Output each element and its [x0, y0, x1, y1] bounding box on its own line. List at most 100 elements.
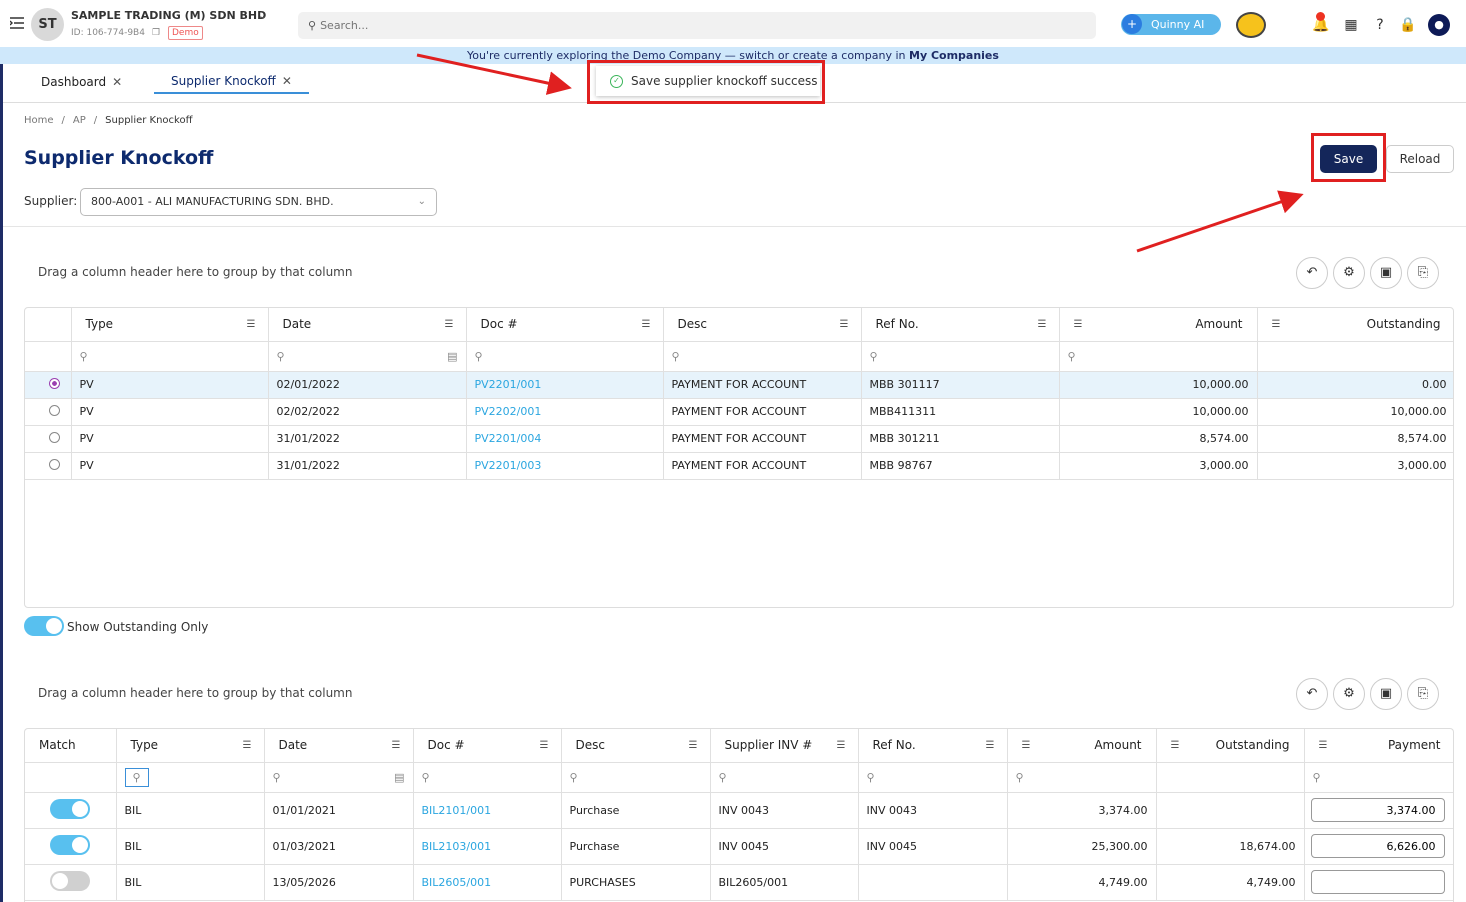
filter-cell[interactable]: ⚲ ▤: [264, 762, 414, 793]
filter-icon[interactable]: ☰: [247, 319, 256, 330]
tab-supplier-knockoff[interactable]: Supplier Knockoff ✕: [154, 70, 309, 94]
column-header-outstanding[interactable]: Outstanding ☰: [1156, 729, 1305, 763]
column-header-supplier-inv[interactable]: Supplier INV # ☰: [710, 729, 859, 763]
undo-icon[interactable]: ↶: [1296, 257, 1328, 289]
store-icon[interactable]: ▦: [1342, 16, 1360, 34]
filter-icon[interactable]: ☰: [1171, 740, 1180, 751]
column-header-desc[interactable]: Desc ☰: [561, 729, 711, 763]
column-header-doc[interactable]: Doc # ☰: [466, 308, 664, 342]
menu-icon[interactable]: [10, 17, 24, 29]
my-companies-link[interactable]: My Companies: [909, 49, 999, 62]
close-icon[interactable]: ✕: [112, 75, 122, 89]
user-icon[interactable]: ●: [1428, 14, 1450, 36]
help-icon[interactable]: ?: [1371, 16, 1389, 34]
row-radio[interactable]: [49, 404, 60, 416]
table-row[interactable]: PV 31/01/2022 PV2201/003 PAYMENT FOR ACCOUN…: [25, 452, 1453, 480]
filter-icon[interactable]: ☰: [1319, 740, 1328, 751]
filter-cell[interactable]: ⚲: [1007, 762, 1157, 793]
payment-input[interactable]: [1310, 798, 1445, 822]
breadcrumb-section[interactable]: AP: [73, 115, 86, 126]
filter-cell[interactable]: [1257, 341, 1453, 372]
breadcrumb-home[interactable]: Home: [24, 115, 54, 126]
export-icon[interactable]: ⎘: [1407, 678, 1439, 710]
column-header-ref[interactable]: Ref No. ☰: [861, 308, 1060, 342]
column-header-type[interactable]: Type ☰: [116, 729, 265, 763]
doc-link[interactable]: PV2201/004: [466, 425, 664, 453]
payment-input[interactable]: [1310, 834, 1445, 858]
filter-icon[interactable]: ☰: [1074, 319, 1083, 330]
filter-cell[interactable]: ⚲: [1059, 341, 1258, 372]
table-row[interactable]: PV 02/01/2022 PV2201/001 PAYMENT FOR ACCOUN…: [25, 371, 1453, 399]
row-radio[interactable]: [49, 377, 60, 389]
doc-link[interactable]: BIL2605/001: [413, 864, 562, 901]
filter-icon[interactable]: ☰: [642, 319, 651, 330]
filter-cell[interactable]: ⚲: [71, 341, 269, 372]
column-chooser-icon[interactable]: ▣: [1370, 257, 1402, 289]
tab-dashboard[interactable]: Dashboard ✕: [41, 70, 122, 94]
column-header-outstanding[interactable]: Outstanding ☰: [1257, 308, 1453, 342]
doc-link[interactable]: PV2201/001: [466, 371, 664, 399]
filter-icon[interactable]: ☰: [689, 740, 698, 751]
filter-cell[interactable]: ⚲: [861, 341, 1060, 372]
row-radio[interactable]: [49, 458, 60, 470]
table-row[interactable]: BIL 01/01/2021 BIL2101/001 Purchase INV 0043…: [25, 792, 1453, 829]
filter-icon[interactable]: ☰: [1038, 319, 1047, 330]
search-input[interactable]: [320, 19, 1021, 32]
column-header-date[interactable]: Date ☰: [264, 729, 414, 763]
filter-icon[interactable]: ☰: [540, 740, 549, 751]
reload-button[interactable]: Reload: [1386, 145, 1454, 173]
filter-icon[interactable]: ☰: [1022, 740, 1031, 751]
column-header-desc[interactable]: Desc ☰: [663, 308, 862, 342]
column-header-amount[interactable]: Amount ☰: [1007, 729, 1157, 763]
doc-link[interactable]: BIL2101/001: [413, 792, 562, 829]
column-header-ref[interactable]: Ref No. ☰: [858, 729, 1008, 763]
filter-icon[interactable]: ☰: [445, 319, 454, 330]
filter-cell[interactable]: ⚲: [1304, 762, 1453, 793]
match-toggle[interactable]: [50, 870, 91, 891]
column-header-date[interactable]: Date ☰: [268, 308, 467, 342]
gear-icon[interactable]: ⚙: [1333, 678, 1365, 710]
copy-icon[interactable]: ❐: [152, 28, 160, 38]
filter-cell[interactable]: ⚲: [858, 762, 1008, 793]
calendar-icon[interactable]: ▤: [447, 350, 457, 363]
match-toggle[interactable]: [50, 798, 91, 819]
gear-icon[interactable]: ⚙: [1333, 257, 1365, 289]
filter-cell[interactable]: ⚲: [413, 762, 562, 793]
export-icon[interactable]: ⎘: [1407, 257, 1439, 289]
chevron-down-icon[interactable]: ⌄: [258, 9, 267, 22]
filter-cell[interactable]: [1156, 762, 1305, 793]
match-toggle[interactable]: [50, 834, 91, 855]
table-row[interactable]: PV 31/01/2022 PV2201/004 PAYMENT FOR ACCOUN…: [25, 425, 1453, 453]
payment-input[interactable]: [1310, 870, 1445, 894]
filter-icon[interactable]: ☰: [837, 740, 846, 751]
column-header-match[interactable]: Match: [25, 729, 117, 763]
calendar-icon[interactable]: ▤: [394, 771, 404, 784]
search-bar[interactable]: ⚲: [298, 12, 1096, 39]
doc-link[interactable]: PV2202/001: [466, 398, 664, 426]
column-header-payment[interactable]: Payment ☰: [1304, 729, 1453, 763]
column-header-doc[interactable]: Doc # ☰: [413, 729, 562, 763]
filter-icon[interactable]: ☰: [986, 740, 995, 751]
company-name[interactable]: SAMPLE TRADING (M) SDN BHD: [71, 9, 266, 22]
filter-cell[interactable]: ⚲ ▤: [268, 341, 467, 372]
row-radio[interactable]: [49, 431, 60, 443]
filter-cell[interactable]: ⚲: [710, 762, 859, 793]
undo-icon[interactable]: ↶: [1296, 678, 1328, 710]
close-icon[interactable]: ✕: [282, 74, 292, 88]
column-header-amount[interactable]: Amount ☰: [1059, 308, 1258, 342]
lock-icon[interactable]: 🔒: [1399, 16, 1417, 34]
filter-cell[interactable]: ⚲: [561, 762, 711, 793]
filter-cell[interactable]: ⚲: [116, 762, 265, 793]
filter-icon[interactable]: ☰: [840, 319, 849, 330]
show-outstanding-toggle[interactable]: [24, 616, 64, 636]
company-avatar[interactable]: ST: [31, 8, 64, 41]
column-header-type[interactable]: Type ☰: [71, 308, 269, 342]
supplier-select[interactable]: 800-A001 - ALI MANUFACTURING SDN. BHD. ⌄: [80, 188, 437, 216]
doc-link[interactable]: BIL2103/001: [413, 828, 562, 865]
table-row[interactable]: PV 02/02/2022 PV2202/001 PAYMENT FOR ACCOUN…: [25, 398, 1453, 426]
filter-icon[interactable]: ☰: [392, 740, 401, 751]
column-chooser-icon[interactable]: ▣: [1370, 678, 1402, 710]
filter-cell[interactable]: ⚲: [466, 341, 664, 372]
filter-icon[interactable]: ☰: [1272, 319, 1281, 330]
filter-icon[interactable]: ☰: [243, 740, 252, 751]
